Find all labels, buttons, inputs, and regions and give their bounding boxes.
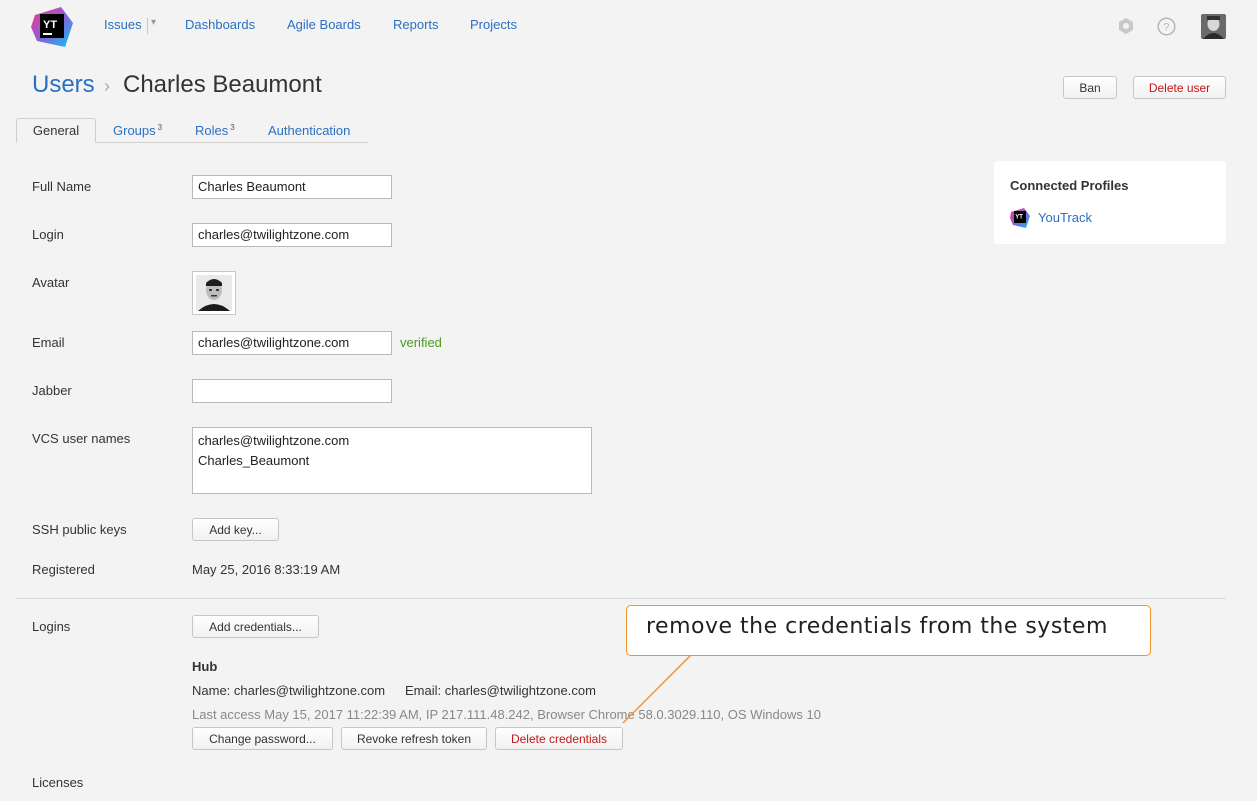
breadcrumb-separator-icon: › [104, 76, 110, 96]
tab-general[interactable]: General [16, 118, 96, 143]
revoke-refresh-token-button[interactable]: Revoke refresh token [341, 727, 487, 750]
nav-projects[interactable]: Projects [470, 17, 517, 32]
nav-separator [147, 18, 148, 34]
connected-profiles-title: Connected Profiles [1010, 178, 1129, 193]
nav-dashboards[interactable]: Dashboards [185, 17, 255, 32]
tab-roles-count: 3 [230, 123, 235, 132]
page-title: Charles Beaumont [123, 71, 322, 98]
tab-general-label: General [32, 123, 80, 138]
credential-provider: Hub [192, 659, 218, 674]
avatar[interactable] [192, 271, 236, 315]
licenses-label: Licenses [32, 775, 84, 790]
svg-text:?: ? [1163, 22, 1169, 34]
tab-groups[interactable]: Groups 3 [97, 118, 178, 143]
jabber-label: Jabber [32, 383, 72, 398]
vcs-usernames-textarea[interactable]: charles@twilightzone.com Charles_Beaumon… [192, 427, 592, 494]
ssh-keys-label: SSH public keys [32, 522, 127, 537]
nav-issues[interactable]: Issues [104, 17, 142, 32]
profile-link-youtrack[interactable]: YouTrack [1038, 210, 1092, 225]
credential-name: Name: charles@twilightzone.com [192, 683, 386, 698]
chevron-down-icon[interactable]: ▾ [151, 17, 156, 28]
email-label: Email [32, 335, 65, 350]
jabber-field[interactable] [192, 379, 392, 403]
registered-label: Registered [32, 562, 95, 577]
vcs-usernames-label: VCS user names [32, 431, 131, 446]
credential-last-access: Last access May 15, 2017 11:22:39 AM, IP… [192, 707, 821, 722]
youtrack-profile-icon: YT [1010, 208, 1030, 231]
vcs-username-2: Charles_Beaumont [198, 453, 310, 468]
full-name-label: Full Name [32, 179, 92, 194]
svg-text:YT: YT [1015, 215, 1023, 221]
callout-annotation: remove the credentials from the system [626, 605, 1151, 656]
login-label: Login [32, 227, 64, 242]
vcs-username-1: charles@twilightzone.com [198, 433, 350, 448]
nav-reports[interactable]: Reports [393, 17, 439, 32]
tab-groups-label: Groups [113, 123, 156, 138]
delete-credentials-button[interactable]: Delete credentials [495, 727, 623, 750]
nav-agile-boards[interactable]: Agile Boards [287, 17, 361, 32]
avatar-label: Avatar [32, 275, 70, 290]
hub-settings-icon[interactable] [1117, 17, 1135, 38]
tab-roles[interactable]: Roles 3 [179, 118, 251, 143]
tab-authentication[interactable]: Authentication [252, 118, 366, 143]
full-name-field[interactable]: Charles Beaumont [192, 175, 392, 199]
add-key-button[interactable]: Add key... [192, 518, 279, 541]
email-field[interactable]: charles@twilightzone.com [192, 331, 392, 355]
section-divider [16, 598, 1226, 599]
connected-profiles-panel: Connected Profiles YT YouTrack [994, 161, 1226, 244]
add-credentials-button[interactable]: Add credentials... [192, 615, 319, 638]
logins-label: Logins [32, 619, 71, 634]
registered-value: May 25, 2016 8:33:19 AM [192, 562, 341, 577]
help-icon[interactable]: ? [1157, 17, 1176, 39]
youtrack-logo[interactable]: YT [31, 7, 73, 47]
credential-email: Email: charles@twilightzone.com [405, 683, 596, 698]
tab-authentication-label: Authentication [268, 123, 351, 138]
user-avatar[interactable] [1201, 14, 1226, 39]
change-password-button[interactable]: Change password... [192, 727, 333, 750]
tab-groups-count: 3 [157, 123, 163, 132]
breadcrumb-users[interactable]: Users [32, 71, 95, 99]
ban-button[interactable]: Ban [1063, 76, 1117, 99]
login-field[interactable]: charles@twilightzone.com [192, 223, 392, 247]
delete-user-button[interactable]: Delete user [1133, 76, 1226, 99]
tab-roles-label: Roles [195, 123, 229, 138]
logo-text: YT [43, 19, 57, 31]
email-verified-status: verified [400, 335, 442, 350]
